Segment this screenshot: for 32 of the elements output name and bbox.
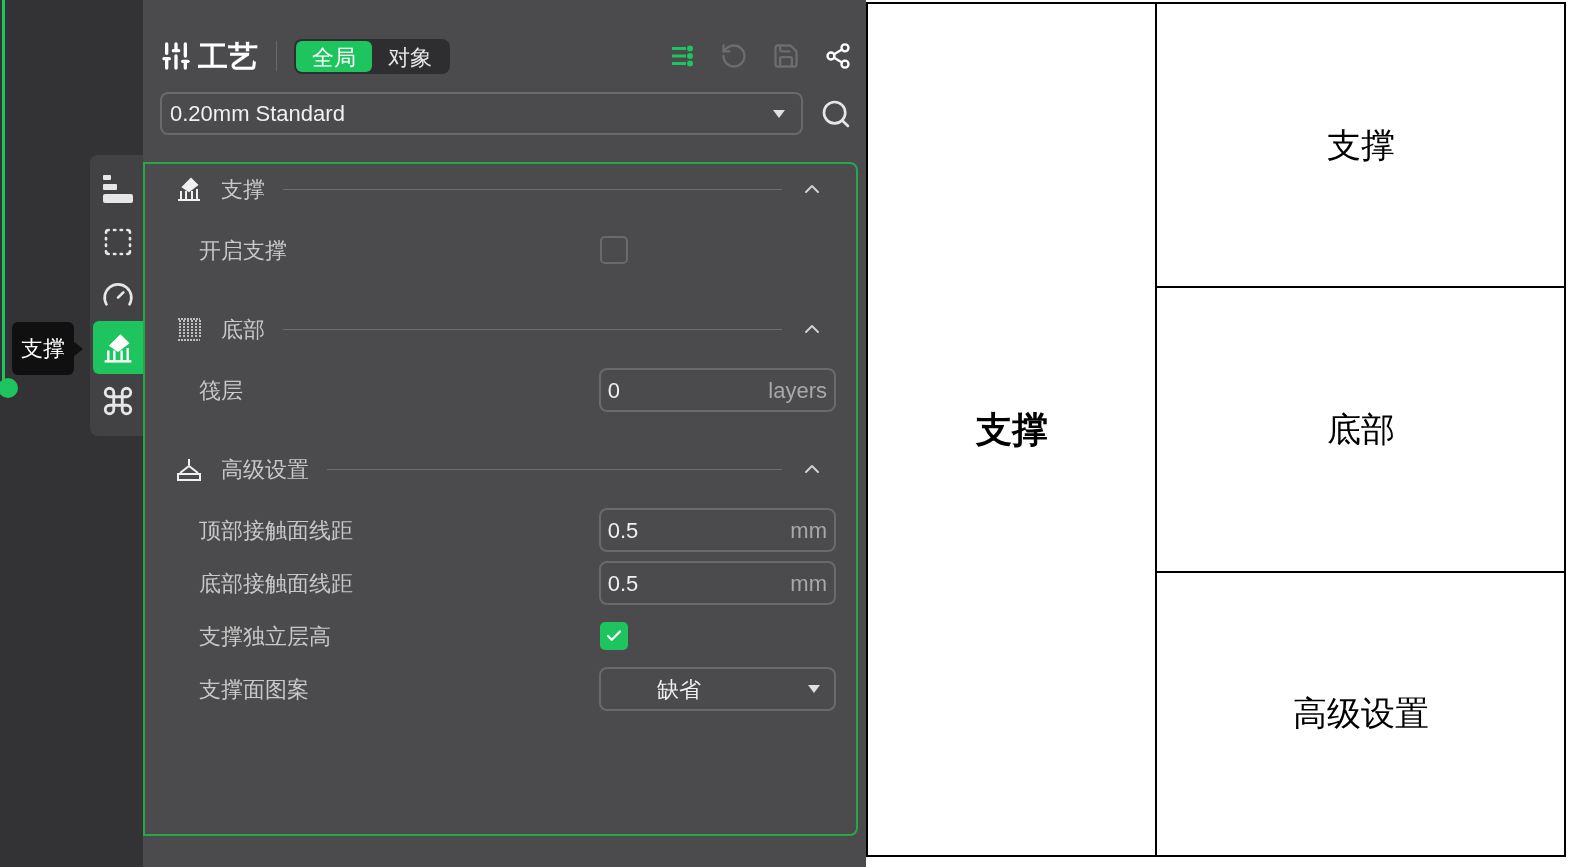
panel-title: 工艺 bbox=[198, 38, 258, 75]
tooltip: 支撑 bbox=[12, 322, 74, 375]
setting-label: 顶部接触面线距 bbox=[199, 516, 354, 545]
sliders-icon bbox=[160, 40, 192, 72]
unit-label: layers bbox=[768, 376, 827, 405]
setting-label: 筏层 bbox=[199, 376, 244, 405]
setting-label: 支撑独立层高 bbox=[199, 622, 332, 651]
caret-icon bbox=[808, 685, 820, 693]
section-title: 支撑 bbox=[221, 175, 265, 204]
dropdown[interactable]: 缺省 bbox=[598, 667, 836, 711]
checkbox[interactable] bbox=[600, 622, 628, 650]
setting-label: 底部接触面线距 bbox=[199, 569, 354, 598]
section-title: 底部 bbox=[221, 315, 265, 344]
table-cell-text: 支撑 bbox=[1325, 124, 1396, 166]
support-icon bbox=[175, 175, 203, 203]
setting-label: 开启支撑 bbox=[199, 236, 288, 265]
share-icon[interactable] bbox=[824, 42, 852, 70]
input-field[interactable]: 0.5 mm bbox=[598, 508, 836, 552]
preset-dropdown[interactable]: 0.20mm Standard bbox=[160, 92, 804, 135]
checkbox[interactable] bbox=[600, 236, 628, 264]
unit-label: mm bbox=[790, 516, 827, 545]
unit-label: mm bbox=[790, 569, 827, 598]
table-cell: 支撑 bbox=[868, 4, 1157, 855]
input-field[interactable]: 0.5 mm bbox=[598, 561, 836, 605]
table-cell: 高级设置 bbox=[1157, 570, 1564, 855]
setting-label: 支撑面图案 bbox=[199, 675, 310, 704]
section-title: 高级设置 bbox=[221, 455, 309, 484]
table-cell: 底部 bbox=[1157, 286, 1564, 571]
raft-icon bbox=[175, 315, 203, 343]
caret-icon bbox=[773, 109, 786, 118]
input-field[interactable]: 0 layers bbox=[598, 368, 836, 412]
scope-tab[interactable]: 对象 bbox=[372, 40, 448, 72]
